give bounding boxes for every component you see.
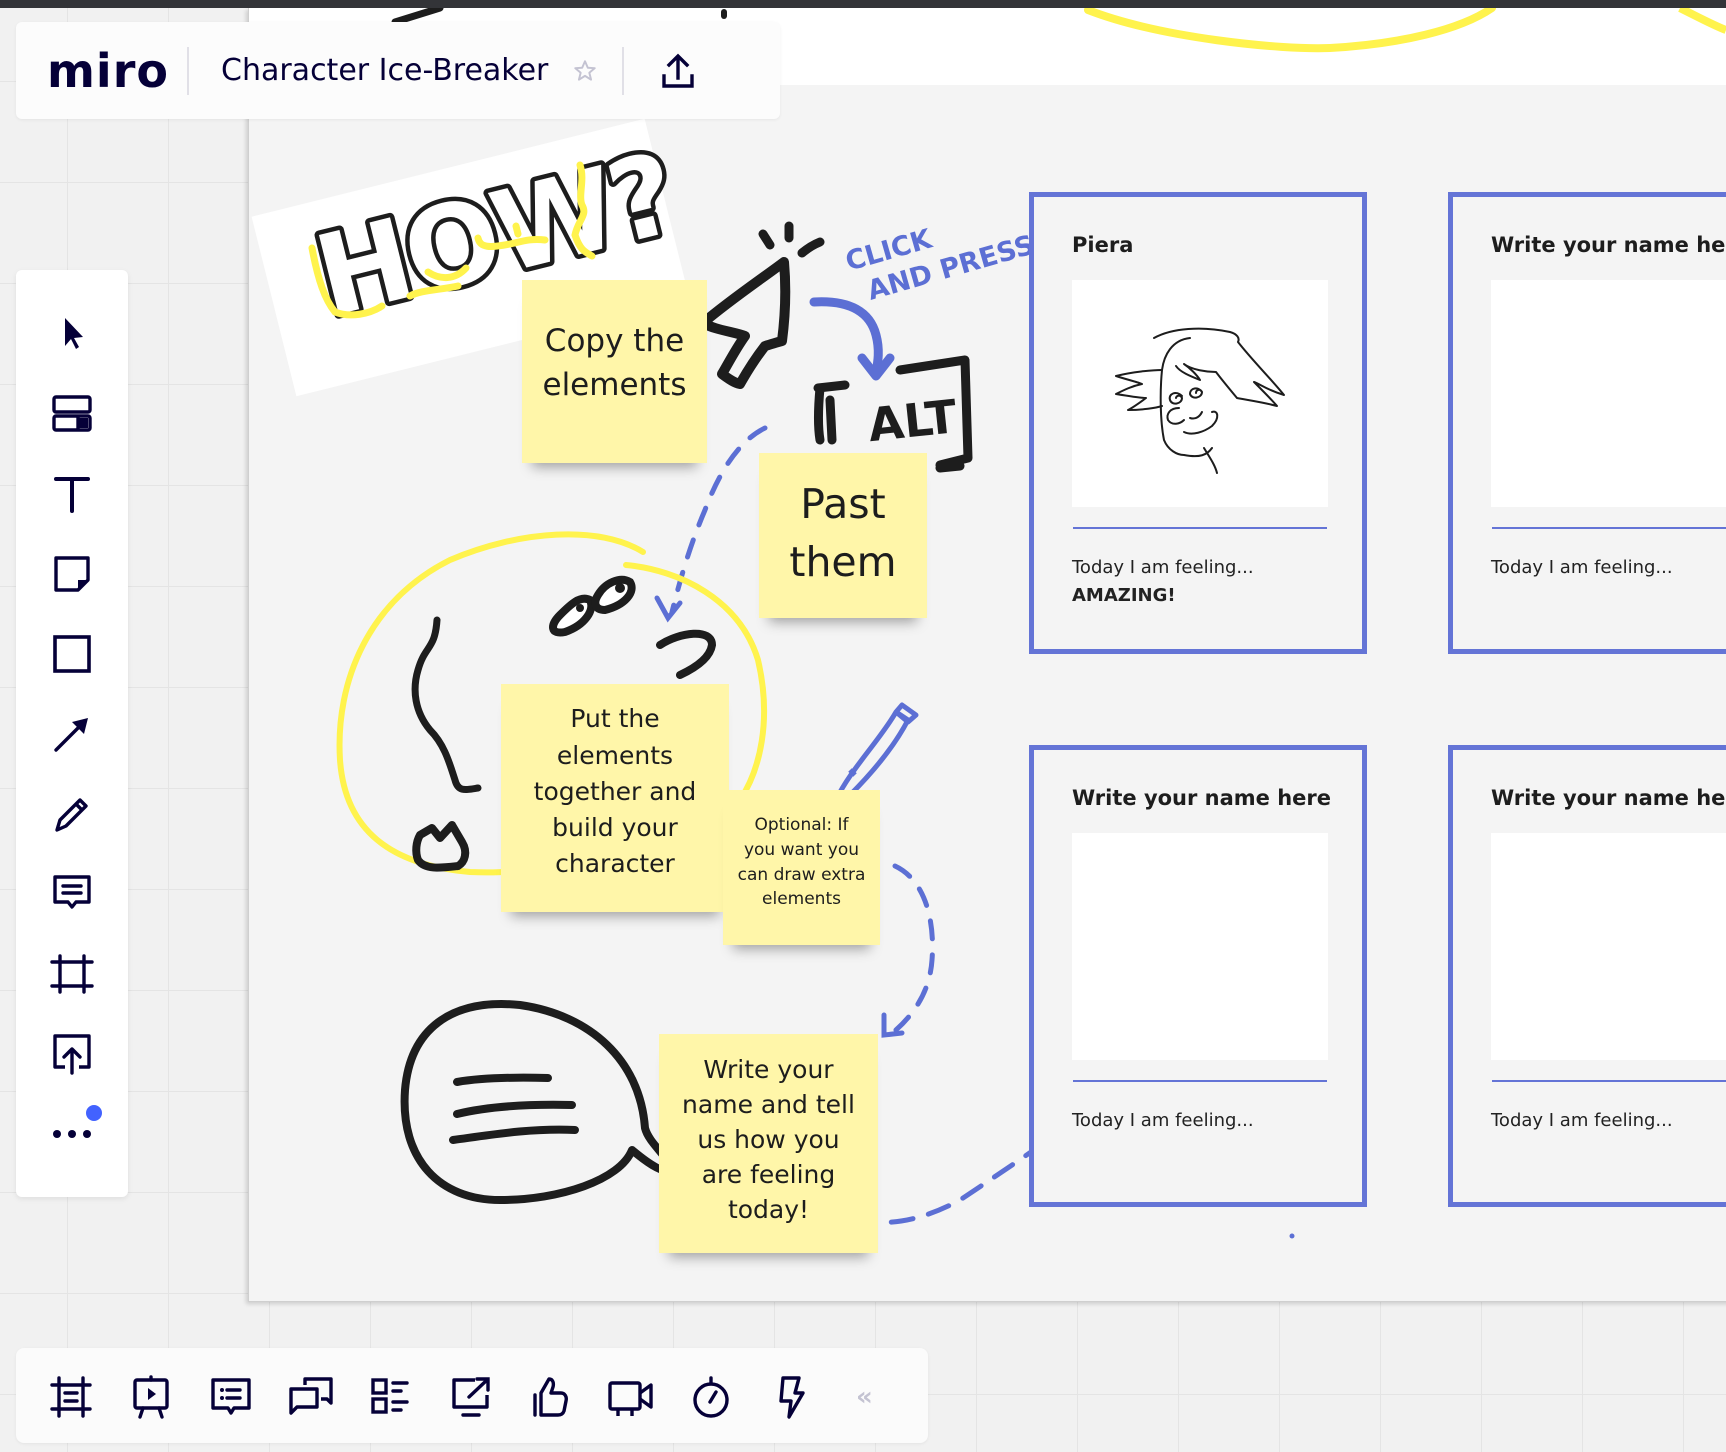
feeling-prompt: Today I am feeling... (1072, 557, 1254, 578)
video-camera-icon[interactable] (608, 1374, 654, 1420)
square-shape-icon[interactable] (52, 634, 92, 674)
sticky-line: today! (727, 1195, 810, 1224)
frames-icon[interactable] (48, 1374, 94, 1420)
card-feeling[interactable]: Today I am feeling... AMAZING! (1072, 554, 1254, 610)
sticky-line: elements (542, 366, 687, 403)
thumbs-up-icon[interactable] (528, 1374, 574, 1420)
card-drawing-area[interactable] (1072, 833, 1328, 1060)
miro-logo[interactable]: miro (47, 44, 187, 98)
character-card[interactable]: Write your name here Today I am feeling.… (1448, 745, 1726, 1207)
sticky-copy-elements[interactable]: Copy the elements (522, 280, 707, 463)
card-name[interactable]: Piera (1072, 233, 1133, 257)
sticky-line: build your (552, 813, 678, 843)
sticky-line: are feeling (701, 1160, 836, 1189)
sticky-line: elements (762, 889, 841, 910)
sticky-line: Write your (703, 1055, 834, 1084)
sticky-line: Past (800, 480, 886, 529)
sticky-optional-draw[interactable]: Optional: If you want you can draw extra… (723, 790, 880, 945)
notification-dot-icon (86, 1105, 102, 1121)
card-divider (1073, 527, 1327, 529)
upload-icon[interactable] (52, 1034, 92, 1075)
sticky-line: Optional: If (754, 815, 849, 836)
sticky-line: elements (556, 740, 674, 770)
bottom-toolbar: « (16, 1348, 928, 1443)
character-card[interactable]: Write your name here Today I am feeling.… (1448, 192, 1726, 654)
sticky-line: us how you (697, 1125, 840, 1154)
comment-icon[interactable] (52, 874, 92, 914)
share-upload-icon[interactable] (658, 51, 698, 91)
cursor-arrow-icon[interactable] (52, 314, 92, 354)
text-icon[interactable] (52, 474, 92, 514)
collapse-toolbar-button[interactable]: « (856, 1382, 873, 1412)
card-list-icon[interactable] (368, 1374, 414, 1420)
star-icon[interactable] (570, 56, 600, 86)
character-card[interactable]: Write your name here Today I am feeling.… (1029, 745, 1367, 1207)
sticky-line: can draw extra (737, 864, 866, 885)
sticky-line: together and (533, 776, 697, 806)
feeling-prompt: Today I am feeling... (1072, 1110, 1254, 1131)
card-feeling[interactable]: Today I am feeling... (1491, 1107, 1673, 1135)
sticky-line: Copy the (544, 323, 685, 360)
sticky-note-icon[interactable] (52, 554, 92, 594)
sticky-line: you want you (743, 839, 860, 860)
board-title[interactable]: Character Ice-Breaker (221, 53, 548, 88)
left-toolbar (16, 270, 128, 1197)
comments-icon[interactable] (208, 1374, 254, 1420)
card-drawing-area[interactable] (1491, 833, 1726, 1060)
chat-icon[interactable] (288, 1374, 334, 1420)
sticky-build-character[interactable]: Put the elements together and build your… (501, 684, 729, 912)
sticky-line: Put the (570, 704, 660, 734)
arrow-line-icon[interactable] (52, 714, 92, 754)
feeling-value: AMAZING! (1072, 585, 1176, 606)
window-top-bar (0, 0, 1726, 8)
pen-icon[interactable] (52, 794, 92, 834)
sticky-line: them (789, 537, 897, 586)
header-divider (622, 46, 625, 95)
sticky-line: name and tell (682, 1090, 855, 1119)
character-card[interactable]: Piera Today I am feeling... AMAZING! (1029, 192, 1367, 654)
card-feeling[interactable]: Today I am feeling... (1491, 554, 1673, 582)
card-drawing-area[interactable] (1072, 280, 1328, 507)
card-name[interactable]: Write your name here (1072, 786, 1331, 810)
card-divider (1492, 527, 1726, 529)
templates-icon[interactable] (52, 394, 92, 434)
board-header: miro Character Ice-Breaker (16, 22, 780, 119)
screen-share-icon[interactable] (448, 1374, 494, 1420)
card-name[interactable]: Write your name here (1491, 786, 1726, 810)
card-drawing-area[interactable] (1491, 280, 1726, 507)
card-feeling[interactable]: Today I am feeling... (1072, 1107, 1254, 1135)
card-divider (1073, 1080, 1327, 1082)
sticky-paste-them[interactable]: Past them (759, 453, 927, 618)
frame-icon[interactable] (50, 954, 94, 994)
feeling-prompt: Today I am feeling... (1491, 557, 1673, 578)
feeling-prompt: Today I am feeling... (1491, 1110, 1673, 1131)
sticky-line: character (555, 849, 675, 879)
more-dots-icon[interactable] (52, 1114, 92, 1154)
lightning-icon[interactable] (768, 1374, 814, 1420)
header-divider (187, 46, 189, 95)
sticky-write-name[interactable]: Write your name and tell us how you are … (659, 1034, 878, 1253)
presentation-icon[interactable] (128, 1374, 174, 1420)
character-face-drawing (1115, 327, 1285, 474)
card-divider (1492, 1080, 1726, 1082)
timer-icon[interactable] (688, 1374, 734, 1420)
card-name[interactable]: Write your name here (1491, 233, 1726, 257)
